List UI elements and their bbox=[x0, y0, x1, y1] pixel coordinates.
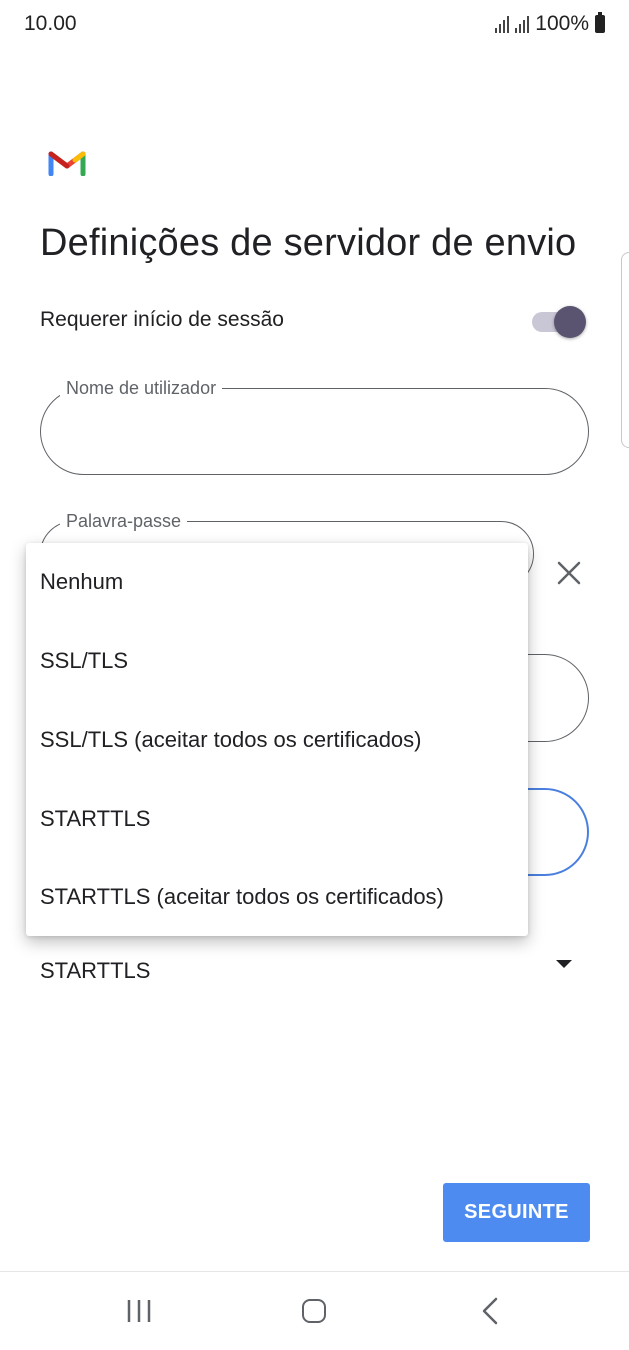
gmail-logo-icon bbox=[48, 151, 86, 176]
require-login-label: Requerer início de sessão bbox=[40, 308, 284, 331]
require-login-toggle[interactable] bbox=[530, 304, 586, 338]
dropdown-arrow-icon[interactable] bbox=[556, 960, 572, 968]
status-icons: 100% bbox=[495, 12, 605, 36]
menu-item-ssl-tls[interactable]: SSL/TLS bbox=[40, 648, 128, 674]
menu-item-ssl-tls-accept-all[interactable]: SSL/TLS (aceitar todos os certificados) bbox=[40, 727, 422, 753]
back-icon[interactable] bbox=[480, 1296, 500, 1326]
close-icon[interactable] bbox=[553, 557, 585, 589]
signal-icon bbox=[515, 15, 530, 33]
signal-icon bbox=[495, 15, 510, 33]
menu-item-none[interactable]: Nenhum bbox=[40, 569, 123, 595]
nav-divider bbox=[0, 1271, 629, 1272]
menu-item-starttls[interactable]: STARTTLS bbox=[40, 806, 150, 832]
recents-icon[interactable] bbox=[126, 1298, 152, 1324]
page-title: Definições de servidor de envio bbox=[40, 222, 577, 264]
status-time: 10.00 bbox=[24, 12, 77, 35]
battery-icon bbox=[595, 12, 605, 33]
security-type-menu: Nenhum SSL/TLS SSL/TLS (aceitar todos os… bbox=[26, 543, 528, 936]
password-label: Palavra-passe bbox=[60, 511, 188, 532]
home-icon[interactable] bbox=[302, 1299, 326, 1323]
next-button[interactable]: SEGUINTE bbox=[443, 1183, 590, 1242]
edge-panel-handle[interactable] bbox=[621, 252, 629, 448]
battery-level: 100% bbox=[535, 12, 589, 35]
menu-item-starttls-accept-all[interactable]: STARTTLS (aceitar todos os certificados) bbox=[40, 884, 444, 910]
username-label: Nome de utilizador bbox=[60, 378, 223, 399]
security-type-value[interactable]: STARTTLS bbox=[40, 958, 150, 984]
toggle-knob bbox=[554, 306, 586, 338]
username-field[interactable] bbox=[40, 388, 589, 475]
